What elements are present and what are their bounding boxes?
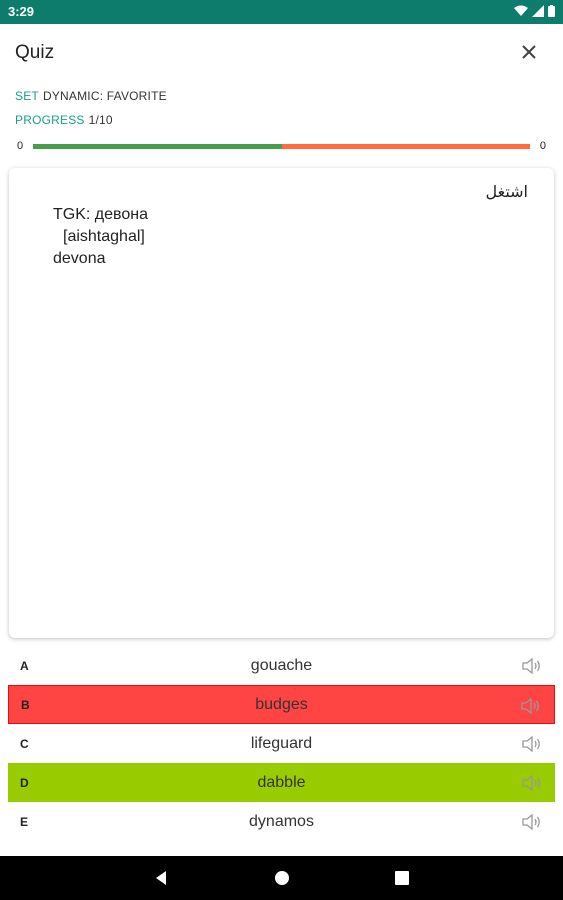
recents-icon — [395, 871, 409, 885]
progress-label: PROGRESS — [15, 113, 85, 127]
signal-icon — [532, 5, 544, 17]
speaker-icon[interactable] — [521, 734, 543, 754]
progress-fill — [33, 144, 282, 149]
option-text: dabble — [257, 773, 306, 791]
option-letter: C — [20, 736, 29, 751]
option-letter: A — [20, 658, 29, 673]
page-title: Quiz — [15, 42, 55, 63]
progress-info: PROGRESS 1/10 — [15, 113, 113, 127]
answer-option-b[interactable]: B budges — [8, 685, 555, 724]
progress-value: 1/10 — [88, 113, 113, 127]
option-text: lifeguard — [250, 734, 313, 752]
option-text: gouache — [250, 656, 313, 674]
set-value: DYNAMIC: FAVORITE — [42, 89, 167, 103]
speaker-icon[interactable] — [520, 696, 542, 716]
option-text: budges — [255, 695, 308, 713]
recents-button[interactable] — [392, 868, 412, 888]
back-icon — [156, 871, 166, 885]
wifi-icon — [514, 5, 528, 16]
progress-bar: 0 0 — [15, 138, 548, 154]
question-word: اشتغل — [485, 184, 528, 201]
answer-option-a[interactable]: A gouache — [8, 646, 555, 685]
app-bar: Quiz — [0, 24, 563, 80]
status-time: 3:29 — [8, 4, 35, 19]
question-details: TGK: девона [aishtaghal] devona — [53, 204, 148, 270]
speaker-icon[interactable] — [521, 773, 543, 793]
option-letter: B — [21, 697, 30, 712]
set-info: SET DYNAMIC: FAVORITE — [15, 89, 167, 103]
translation-line: TGK: девона — [53, 206, 148, 223]
speaker-icon[interactable] — [521, 656, 543, 676]
question-card: اشتغل TGK: девона [aishtaghal] devona — [9, 168, 554, 638]
option-letter: E — [20, 814, 29, 829]
navigation-bar — [0, 856, 563, 900]
back-button[interactable] — [151, 868, 171, 888]
status-bar: 3:29 — [0, 0, 563, 24]
correct-count: 0 — [17, 140, 24, 152]
answer-options: A gouache B budges C lifeguard D dabble … — [0, 646, 563, 841]
wrong-count: 0 — [539, 140, 546, 152]
home-icon — [275, 871, 289, 885]
romanization-line: devona — [53, 250, 106, 267]
answer-option-e[interactable]: E dynamos — [8, 802, 555, 841]
home-button[interactable] — [272, 868, 292, 888]
option-text: dynamos — [249, 812, 314, 830]
transliteration-line: [aishtaghal] — [63, 228, 145, 245]
status-icons — [514, 5, 555, 17]
progress-track — [33, 144, 530, 149]
close-icon — [522, 45, 536, 59]
close-button[interactable] — [517, 40, 541, 64]
answer-option-d[interactable]: D dabble — [8, 763, 555, 802]
speaker-icon[interactable] — [521, 812, 543, 832]
battery-icon — [548, 5, 555, 17]
set-label: SET — [15, 89, 39, 103]
answer-option-c[interactable]: C lifeguard — [8, 724, 555, 763]
option-letter: D — [20, 775, 29, 790]
